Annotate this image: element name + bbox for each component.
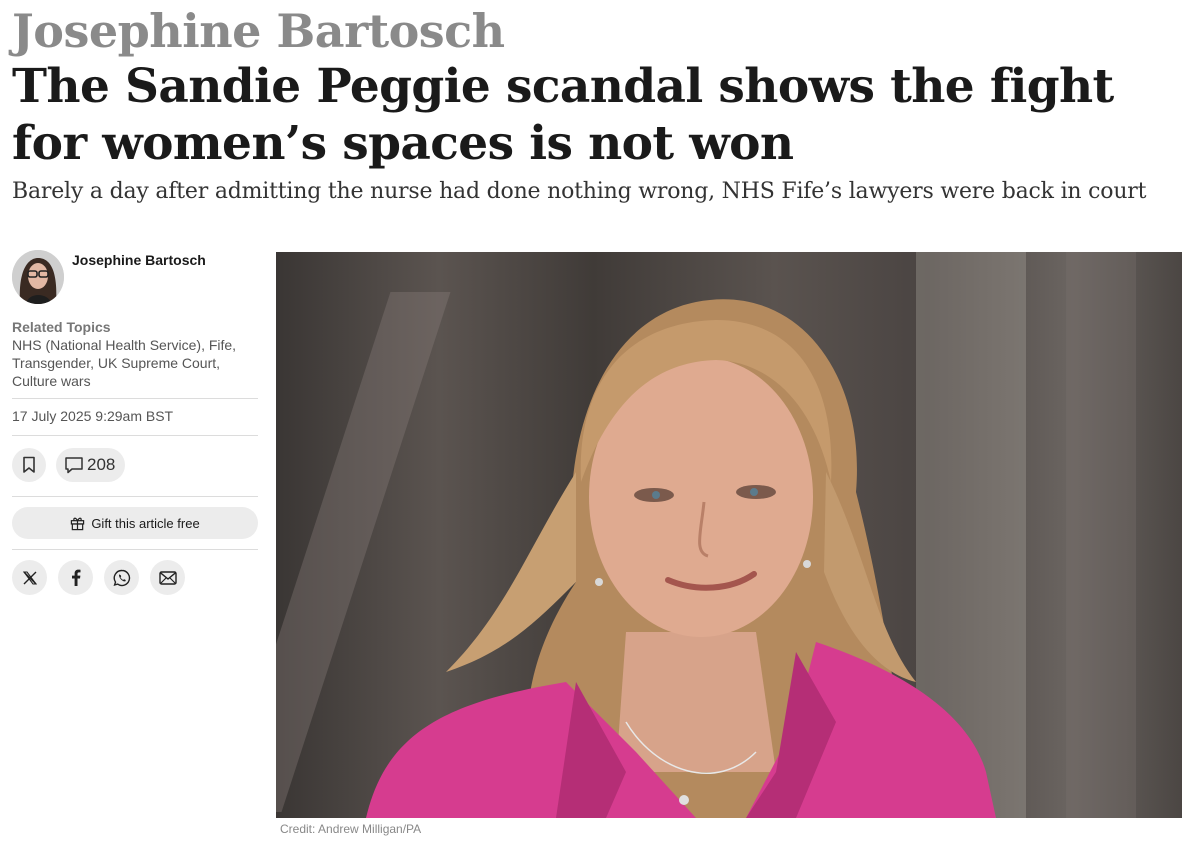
comment-count: 208 bbox=[87, 455, 116, 474]
author-byline[interactable]: Josephine Bartosch bbox=[12, 250, 258, 314]
portrait-photo bbox=[366, 299, 996, 818]
gift-label: Gift this article free bbox=[91, 515, 200, 531]
share-facebook-button[interactable] bbox=[58, 560, 93, 595]
article-sidebar: Josephine Bartosch Related Topics NHS (N… bbox=[12, 250, 258, 595]
article-headline: The Sandie Peggie scandal shows the figh… bbox=[12, 59, 1114, 171]
related-topics: Related Topics NHS (National Health Serv… bbox=[12, 314, 258, 398]
author-name[interactable]: Josephine Bartosch bbox=[72, 252, 206, 268]
related-topics-list[interactable]: NHS (National Health Service), Fife, Tra… bbox=[12, 336, 258, 390]
share-x-button[interactable] bbox=[12, 560, 47, 595]
share-buttons bbox=[12, 550, 258, 595]
bookmark-icon bbox=[23, 456, 35, 473]
article-hero-image[interactable] bbox=[276, 252, 1182, 818]
article-actions: 208 bbox=[12, 436, 258, 496]
image-credit: Credit: Andrew Milligan/PA bbox=[280, 822, 422, 836]
share-email-button[interactable] bbox=[150, 560, 185, 595]
comment-icon bbox=[65, 457, 83, 474]
facebook-icon bbox=[71, 569, 80, 586]
gift-icon bbox=[71, 517, 85, 530]
gift-article-button[interactable]: Gift this article free bbox=[12, 507, 258, 539]
author-kicker[interactable]: Josephine Bartosch bbox=[12, 4, 505, 58]
author-avatar[interactable] bbox=[12, 250, 64, 304]
email-icon bbox=[158, 570, 177, 585]
bookmark-button[interactable] bbox=[12, 448, 46, 482]
share-whatsapp-button[interactable] bbox=[104, 560, 139, 595]
gift-section: Gift this article free bbox=[12, 497, 258, 549]
publish-date: 17 July 2025 9:29am BST bbox=[12, 408, 174, 424]
whatsapp-icon bbox=[113, 569, 130, 586]
x-icon bbox=[22, 570, 37, 585]
comments-button[interactable]: 208 bbox=[56, 448, 126, 482]
article-standfirst: Barely a day after admitting the nurse h… bbox=[12, 179, 1147, 204]
related-topics-title: Related Topics bbox=[12, 319, 111, 335]
